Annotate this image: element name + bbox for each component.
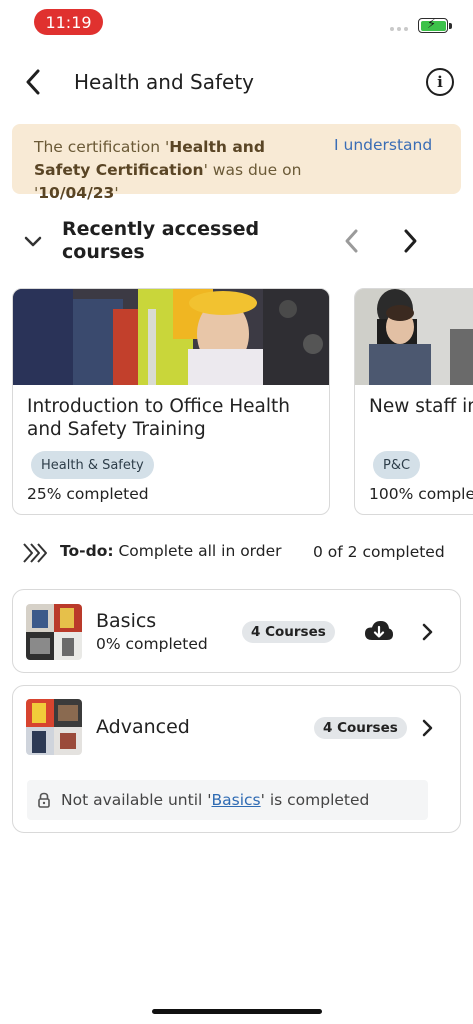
recent-courses-header: Recently accessed courses (0, 218, 473, 266)
module-name: Advanced (96, 716, 190, 738)
todo-label: To-do: Complete all in order (60, 542, 282, 560)
prerequisite-link[interactable]: Basics (212, 791, 261, 809)
carousel-next-button[interactable] (396, 226, 424, 256)
locked-notice: Not available until 'Basics' is complete… (27, 780, 428, 820)
course-card[interactable]: New staff in P&C 100% complet (354, 288, 473, 515)
signal-icon (390, 27, 408, 31)
page-title: Health and Safety (74, 70, 254, 94)
battery-icon: ⚡ (418, 17, 452, 33)
course-progress: 25% completed (27, 485, 149, 503)
status-time: 11:19 (34, 9, 103, 35)
home-indicator (152, 1009, 322, 1014)
status-bar: 11:19 ⚡ (0, 0, 473, 44)
recent-courses-carousel[interactable]: Introduction to Office Health and Safety… (0, 288, 473, 516)
info-icon: i (437, 73, 443, 91)
alert-message: The certification 'Health and Safety Cer… (34, 138, 302, 202)
cloud-download-icon (365, 621, 393, 640)
module-progress: 0% completed (96, 635, 208, 653)
chevron-left-icon (345, 229, 358, 253)
section-title: Recently accessed courses (62, 218, 260, 263)
course-title: Introduction to Office Health and Safety… (27, 396, 290, 440)
course-thumbnail (355, 289, 473, 385)
todo-count: 0 of 2 completed (313, 543, 445, 561)
sequence-icon (22, 542, 52, 564)
module-card-advanced[interactable]: Advanced 4 Courses Not available until '… (12, 685, 461, 833)
module-card-basics[interactable]: Basics 0% completed 4 Courses (12, 589, 461, 673)
back-button[interactable] (18, 66, 48, 98)
category-tag: P&C (373, 451, 421, 479)
locked-message: Not available until 'Basics' is complete… (61, 791, 370, 809)
module-name: Basics (96, 610, 157, 632)
module-thumbnail (26, 699, 82, 755)
open-module-button[interactable] (417, 716, 437, 740)
module-thumbnail (26, 604, 82, 660)
course-count-badge: 4 Courses (314, 717, 407, 739)
category-tag: Health & Safety (31, 451, 154, 479)
alert-due-date: 10/04/23 (38, 184, 115, 202)
chevron-right-icon (422, 719, 433, 737)
course-card[interactable]: Introduction to Office Health and Safety… (12, 288, 330, 515)
info-button[interactable]: i (426, 68, 454, 96)
lock-icon (37, 792, 51, 808)
todo-row: To-do: Complete all in order 0 of 2 comp… (0, 538, 473, 568)
app-header: Health and Safety i (0, 60, 473, 104)
chevron-right-icon (422, 623, 433, 641)
chevron-right-icon (404, 229, 417, 253)
carousel-prev-button[interactable] (338, 226, 366, 256)
chevron-left-icon (26, 69, 40, 95)
course-title: New staff in (369, 396, 473, 417)
acknowledge-link[interactable]: I understand (334, 136, 432, 154)
download-button[interactable] (364, 619, 394, 645)
open-module-button[interactable] (417, 620, 437, 644)
course-count-badge: 4 Courses (242, 621, 335, 643)
course-thumbnail (13, 289, 329, 385)
certification-alert: The certification 'Health and Safety Cer… (12, 124, 461, 202)
chevron-down-icon[interactable] (22, 230, 44, 252)
course-progress: 100% complet (369, 485, 473, 503)
